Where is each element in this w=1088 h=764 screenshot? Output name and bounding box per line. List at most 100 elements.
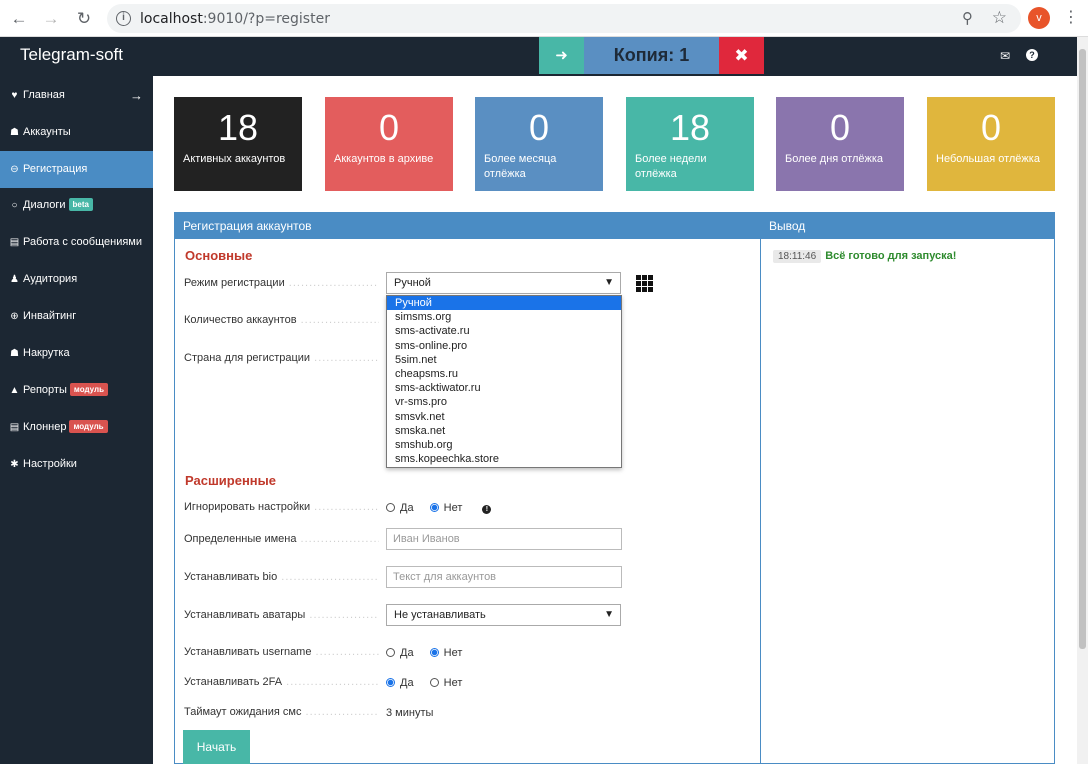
sidebar-item-reports[interactable]: ▲ Репорты модуль bbox=[0, 372, 153, 409]
radio-label: Да bbox=[400, 677, 414, 689]
stat-tile-archive: 0 Аккаунтов в архиве bbox=[325, 97, 453, 191]
dropdown-option[interactable]: cheapsms.ru bbox=[387, 367, 621, 381]
dropdown-option[interactable]: 5sim.net bbox=[387, 353, 621, 367]
profile-avatar[interactable]: v bbox=[1028, 7, 1050, 29]
sidebar-item-label: Аудитория bbox=[23, 273, 78, 285]
sidebar-item-accounts[interactable]: ☗ Аккаунты bbox=[0, 114, 153, 151]
output-title: Вывод bbox=[761, 213, 1054, 239]
dropdown-option[interactable]: smska.net bbox=[387, 424, 621, 438]
dropdown-option[interactable]: sms-acktiwator.ru bbox=[387, 381, 621, 395]
page-scrollbar[interactable] bbox=[1077, 37, 1088, 764]
info-icon[interactable]: i bbox=[116, 11, 131, 26]
radio-button[interactable] bbox=[386, 503, 395, 512]
ignore-settings-radios: Да Нет ! bbox=[386, 502, 492, 514]
grid-icon[interactable] bbox=[636, 275, 653, 292]
address-bar[interactable]: i localhost:9010/?p=register ⚲ ☆ bbox=[107, 4, 1021, 33]
sign-in-icon[interactable]: ➜ bbox=[539, 37, 584, 74]
country-label: Страна для регистрации bbox=[184, 352, 379, 364]
mode-select-value: Ручной bbox=[394, 277, 431, 289]
start-button[interactable]: Начать bbox=[183, 730, 250, 764]
sidebar-item-dialogs[interactable]: ○ Диалоги beta bbox=[0, 187, 153, 224]
avatars-select-value: Не устанавливать bbox=[394, 609, 486, 621]
app-topbar: Telegram-soft ➜ Копия: 1 ✖ ✉ ? bbox=[0, 37, 1077, 76]
dropdown-option[interactable]: smsvk.net bbox=[387, 410, 621, 424]
stat-tile-small: 0 Небольшая отлёжка bbox=[927, 97, 1055, 191]
stat-value: 0 bbox=[829, 107, 851, 148]
scrollbar-thumb[interactable] bbox=[1079, 49, 1086, 649]
radio-label: Нет bbox=[443, 647, 463, 659]
sidebar-item-label: Накрутка bbox=[23, 347, 70, 359]
radio-button[interactable] bbox=[429, 648, 439, 657]
dropdown-option[interactable]: sms.kopeechka.store bbox=[387, 452, 621, 466]
username-radios: Да Нет bbox=[386, 647, 475, 659]
dropdown-option[interactable]: vr-sms.pro bbox=[387, 395, 621, 409]
ignore-yes-option[interactable]: Да bbox=[386, 502, 414, 514]
sidebar-item-settings[interactable]: ✱ Настройки bbox=[0, 446, 153, 483]
reload-icon[interactable]: ↻ bbox=[73, 8, 95, 30]
sidebar-item-inviting[interactable]: ⊕ Инвайтинг bbox=[0, 298, 153, 335]
stat-label: Более дня отлёжка bbox=[785, 153, 884, 165]
radio-button[interactable] bbox=[386, 648, 395, 657]
sidebar-item-label: Главная bbox=[23, 89, 65, 101]
module-badge: модуль bbox=[69, 420, 108, 433]
mode-select[interactable]: Ручной ▼ bbox=[386, 272, 621, 294]
log-message: Всё готово для запуска! bbox=[825, 250, 957, 262]
avatars-select[interactable]: Не устанавливать ▼ bbox=[386, 604, 621, 626]
sidebar-item-cloner[interactable]: ▤ Клоннер модуль bbox=[0, 409, 153, 446]
mail-icon[interactable]: ✉ bbox=[1000, 49, 1010, 63]
basic-section-title: Основные bbox=[185, 248, 253, 263]
radio-button[interactable] bbox=[429, 503, 439, 512]
bio-label: Устанавливать bio bbox=[184, 571, 379, 583]
dropdown-option[interactable]: simsms.org bbox=[387, 310, 621, 324]
close-icon[interactable]: ✖ bbox=[719, 37, 764, 74]
url-host: localhost bbox=[140, 11, 203, 27]
twofa-no-option[interactable]: Нет bbox=[429, 677, 463, 689]
stat-value: 0 bbox=[378, 107, 400, 148]
username-no-option[interactable]: Нет bbox=[429, 647, 463, 659]
stat-tile-day: 0 Более дня отлёжка bbox=[776, 97, 904, 191]
log-time: 18:11:46 bbox=[773, 250, 822, 263]
twofa-yes-option[interactable]: Да bbox=[386, 677, 414, 689]
stat-label: Активных аккаунтов bbox=[183, 153, 286, 165]
twofa-label: Устанавливать 2FA bbox=[184, 676, 379, 688]
forward-arrow-icon[interactable]: → bbox=[40, 8, 62, 30]
heart-icon: ♥ bbox=[11, 90, 18, 101]
names-input[interactable]: Иван Иванов bbox=[386, 528, 622, 550]
module-badge: модуль bbox=[69, 383, 108, 396]
bookmark-star-icon[interactable]: ☆ bbox=[992, 8, 1007, 28]
radio-label: Да bbox=[400, 647, 414, 659]
sidebar-item-registration[interactable]: ⊖ Регистрация bbox=[0, 151, 153, 188]
users-icon: ☗ bbox=[10, 348, 19, 359]
help-icon[interactable]: ? bbox=[1026, 49, 1038, 61]
exclamation-icon[interactable]: ! bbox=[482, 505, 492, 514]
browser-menu-icon[interactable]: ⋮ bbox=[1063, 7, 1079, 29]
dropdown-option[interactable]: sms-online.pro bbox=[387, 339, 621, 353]
stat-value: 0 bbox=[528, 107, 550, 148]
radio-label: Нет bbox=[443, 677, 463, 689]
stat-label: Небольшая отлёжка bbox=[936, 153, 1040, 165]
dropdown-option[interactable]: Ручной bbox=[387, 296, 621, 311]
stat-tile-active: 18 Активных аккаунтов bbox=[174, 97, 302, 191]
bio-input[interactable]: Текст для аккаунтов bbox=[386, 566, 622, 588]
zoom-icon[interactable]: ⚲ bbox=[962, 9, 973, 27]
audience-icon: ♟ bbox=[10, 274, 19, 285]
back-arrow-icon[interactable]: ← bbox=[8, 8, 30, 30]
plus-circle-icon: ⊖ bbox=[10, 164, 19, 175]
ignore-settings-label: Игнорировать настройки bbox=[184, 501, 379, 513]
gear-icon: ✱ bbox=[10, 459, 19, 470]
sidebar-item-label: Репорты bbox=[23, 384, 67, 396]
username-yes-option[interactable]: Да bbox=[386, 647, 414, 659]
sidebar-item-boost[interactable]: ☗ Накрутка bbox=[0, 335, 153, 372]
username-label: Устанавливать username bbox=[184, 646, 379, 658]
arrow-right-icon[interactable]: → bbox=[130, 77, 143, 114]
sidebar-item-home[interactable]: ♥ Главная → bbox=[0, 77, 153, 114]
radio-button[interactable] bbox=[429, 678, 439, 687]
stat-value: 18 bbox=[669, 107, 711, 148]
dropdown-option[interactable]: sms-activate.ru bbox=[387, 324, 621, 338]
sidebar-item-audience[interactable]: ♟ Аудитория bbox=[0, 261, 153, 298]
radio-button[interactable] bbox=[386, 678, 395, 687]
url-text[interactable]: localhost:9010/?p=register bbox=[140, 11, 330, 27]
sidebar-item-messages[interactable]: ▤ Работа с сообщениями bbox=[0, 224, 153, 261]
ignore-no-option[interactable]: Нет bbox=[429, 502, 462, 514]
dropdown-option[interactable]: smshub.org bbox=[387, 438, 621, 452]
